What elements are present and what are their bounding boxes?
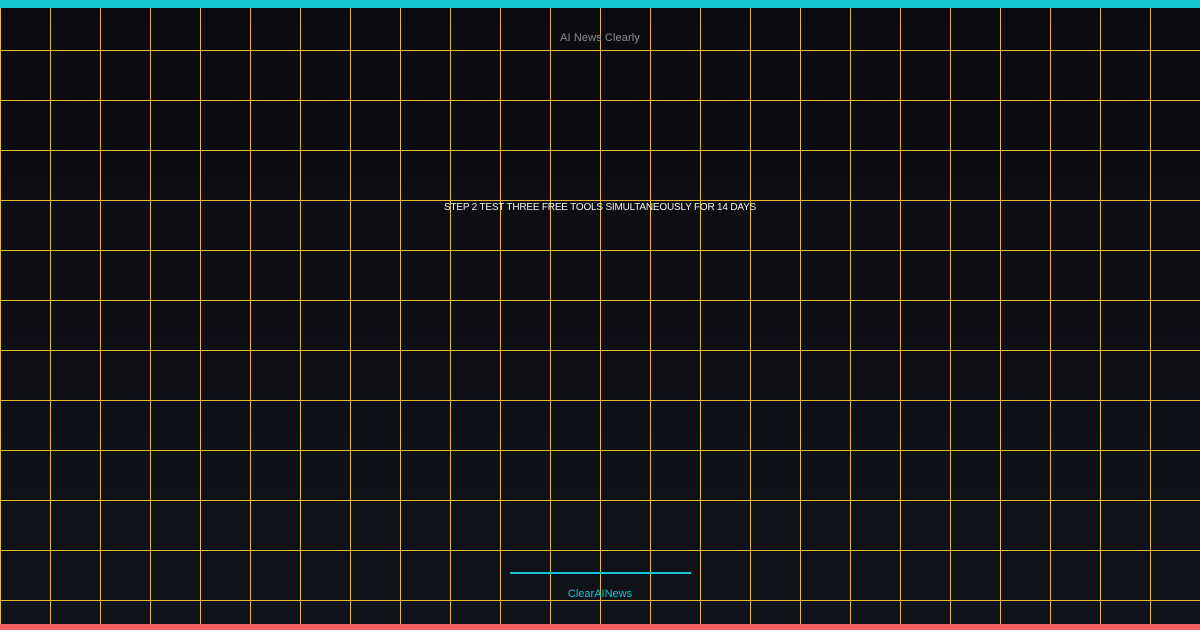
background-grid [0,8,1200,624]
bottom-accent-bar [0,624,1200,630]
footer-brand: ClearAINews [567,588,633,600]
brand-title: AI News Clearly [560,32,640,44]
accent-underline [510,572,691,574]
headline: STEP 2 TEST THREE FREE TOOLS SIMULTANEOU… [443,202,757,213]
top-accent-bar [0,0,1200,8]
